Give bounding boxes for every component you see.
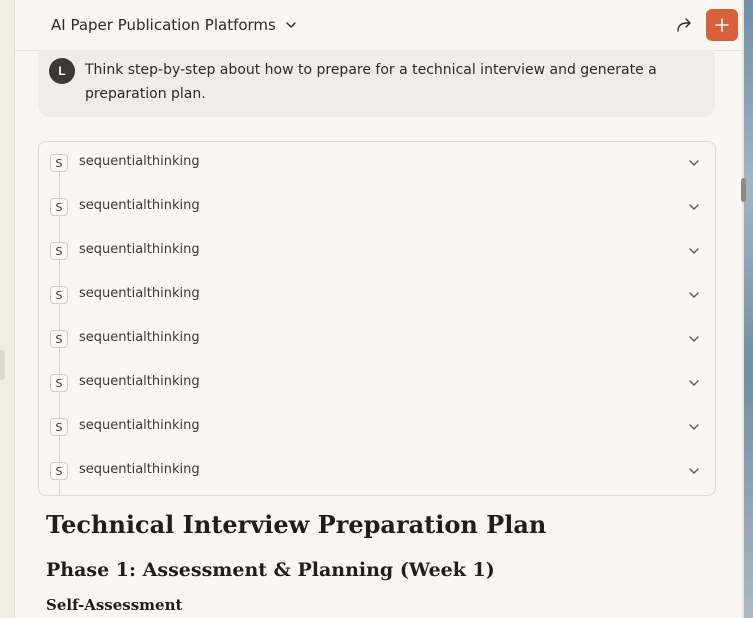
tool-badge: S — [50, 198, 68, 216]
tool-call-label: sequentialthinking — [79, 242, 200, 257]
tool-call-row[interactable]: S sequentialthinking — [39, 416, 715, 438]
chat-header: AI Paper Publication Platforms — [15, 0, 742, 51]
sidebar-toggle-handle[interactable] — [0, 350, 5, 380]
conversation-title: AI Paper Publication Platforms — [51, 16, 276, 34]
desktop-background-edge — [742, 0, 753, 618]
tool-badge: S — [50, 154, 68, 172]
tool-badge: S — [50, 286, 68, 304]
tool-call-label: sequentialthinking — [79, 374, 200, 389]
phase-heading: Phase 1: Assessment & Planning (Week 1) — [46, 559, 495, 581]
user-message: L Think step-by-step about how to prepar… — [38, 50, 715, 117]
tool-call-row[interactable]: S sequentialthinking — [39, 328, 715, 350]
tool-badge: S — [50, 418, 68, 436]
user-message-text: Think step-by-step about how to prepare … — [85, 62, 657, 102]
tool-badge: S — [50, 462, 68, 480]
chevron-down-icon — [286, 22, 296, 28]
tool-call-label: sequentialthinking — [79, 462, 200, 477]
tool-calls-panel: S sequentialthinking S sequentialthinkin… — [38, 141, 716, 496]
tool-call-label: sequentialthinking — [79, 198, 200, 213]
tool-call-row[interactable]: S sequentialthinking — [39, 152, 715, 174]
scrollbar-thumb[interactable] — [741, 178, 746, 202]
tool-call-label: sequentialthinking — [79, 286, 200, 301]
chevron-down-icon[interactable] — [687, 200, 701, 214]
chevron-down-icon[interactable] — [687, 420, 701, 434]
tool-badge: S — [50, 242, 68, 260]
new-chat-button[interactable] — [706, 9, 738, 41]
tool-call-label: sequentialthinking — [79, 154, 200, 169]
tool-call-row[interactable]: S sequentialthinking — [39, 284, 715, 306]
section-subheading: Self-Assessment — [46, 596, 183, 614]
plus-icon — [715, 18, 729, 32]
chevron-down-icon[interactable] — [687, 156, 701, 170]
chevron-down-icon[interactable] — [687, 288, 701, 302]
tool-call-row[interactable]: S sequentialthinking — [39, 460, 715, 482]
chevron-down-icon[interactable] — [687, 244, 701, 258]
tool-call-row[interactable]: S sequentialthinking — [39, 196, 715, 218]
chevron-down-icon[interactable] — [687, 464, 701, 478]
tool-call-row[interactable]: S sequentialthinking — [39, 240, 715, 262]
tool-call-label: sequentialthinking — [79, 418, 200, 433]
chevron-down-icon[interactable] — [687, 332, 701, 346]
chevron-down-icon[interactable] — [687, 376, 701, 390]
tool-call-row[interactable]: S sequentialthinking — [39, 372, 715, 394]
sidebar-edge — [0, 0, 15, 618]
conversation-title-button[interactable]: AI Paper Publication Platforms — [51, 14, 298, 36]
share-icon[interactable] — [673, 14, 695, 36]
tool-call-label: sequentialthinking — [79, 330, 200, 345]
response-heading: Technical Interview Preparation Plan — [46, 510, 547, 539]
tool-badge: S — [50, 330, 68, 348]
user-avatar: L — [49, 58, 75, 84]
tool-badge: S — [50, 374, 68, 392]
